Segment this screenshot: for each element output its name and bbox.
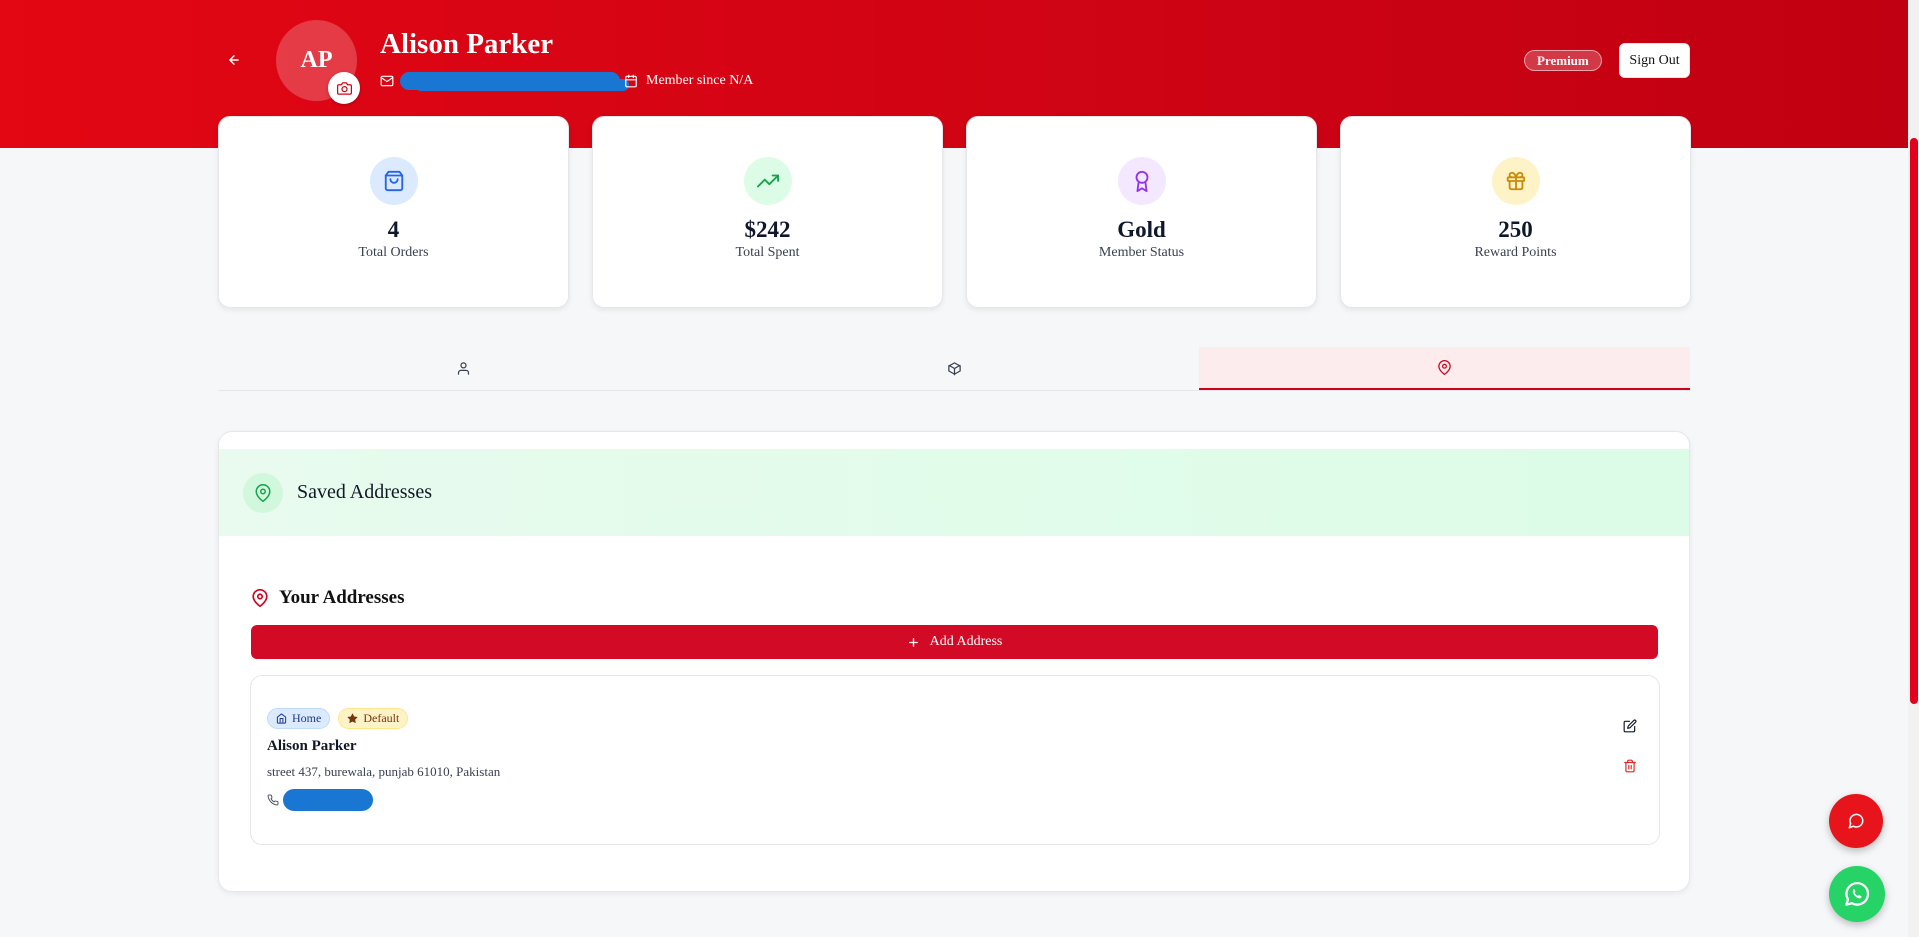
stat-label: Total Orders <box>358 245 429 260</box>
mail-icon <box>380 75 394 87</box>
address-card: Home Default Alison Parker street 437, b… <box>250 675 1660 845</box>
stat-icon-wrap <box>1491 157 1540 205</box>
stat-icon-wrap <box>743 157 792 205</box>
stat-label: Member Status <box>1098 245 1185 260</box>
shopping-bag-icon <box>384 170 403 192</box>
back-button[interactable] <box>222 48 246 72</box>
whatsapp-icon <box>1845 882 1870 906</box>
addresses-heading-text: Your Addresses <box>279 587 405 608</box>
edit-address-button[interactable] <box>1618 714 1642 738</box>
panel-header-icon-wrap <box>243 472 283 513</box>
edit-icon <box>1623 719 1637 733</box>
camera-icon <box>336 81 352 95</box>
stat-card-total-orders: 4 Total Orders <box>218 116 569 308</box>
profile-tabs <box>218 347 1691 391</box>
stat-card-member-status: Gold Member Status <box>966 116 1317 308</box>
stat-value: $242 <box>744 217 791 242</box>
stat-value: Gold <box>1117 217 1166 242</box>
calendar-icon <box>625 74 637 88</box>
trending-up-icon <box>756 174 779 188</box>
member-since: Member since N/A <box>646 73 754 88</box>
message-circle-icon <box>1848 813 1864 829</box>
saved-addresses-panel: Saved Addresses Your Addresses Add Addre… <box>218 431 1690 892</box>
delete-address-button[interactable] <box>1618 754 1642 778</box>
user-icon <box>457 362 469 375</box>
redacted-phone <box>283 789 373 811</box>
address-type-label: Home <box>292 711 322 725</box>
stat-value: 250 <box>1498 217 1533 242</box>
address-badges: Home Default <box>267 708 409 729</box>
premium-badge: Premium <box>1524 50 1602 71</box>
user-name: Alison Parker <box>380 28 554 60</box>
redacted-email <box>400 72 620 90</box>
default-label: Default <box>363 711 400 725</box>
avatar-initials: AP <box>300 47 333 73</box>
address-line: street 437, burewala, punjab 61010, Paki… <box>267 764 501 779</box>
home-icon <box>276 713 287 724</box>
phone-icon <box>267 794 279 806</box>
stat-card-total-spent: $242 Total Spent <box>592 116 943 308</box>
tab-orders[interactable] <box>709 347 1200 390</box>
gift-icon <box>1506 171 1525 191</box>
plus-icon <box>908 637 918 647</box>
stat-icon-wrap <box>1117 157 1166 205</box>
stat-value: 4 <box>387 217 400 242</box>
stat-icon-wrap <box>369 157 418 205</box>
addresses-heading: Your Addresses <box>251 587 404 609</box>
address-type-badge: Home <box>267 708 331 729</box>
chat-button[interactable] <box>1829 794 1883 848</box>
tab-profile[interactable] <box>218 347 709 390</box>
scrollbar-thumb[interactable] <box>1910 138 1918 704</box>
map-pin-icon <box>255 483 271 502</box>
whatsapp-button[interactable] <box>1829 866 1885 922</box>
address-phone-row <box>267 789 373 811</box>
map-pin-icon <box>252 589 268 607</box>
package-icon <box>947 362 961 376</box>
default-badge: Default <box>338 708 409 729</box>
stat-label: Total Spent <box>735 245 800 260</box>
arrow-left-icon <box>229 55 239 65</box>
stat-label: Reward Points <box>1474 245 1557 260</box>
change-photo-button[interactable] <box>328 72 360 104</box>
add-address-button[interactable]: Add Address <box>251 625 1658 659</box>
stat-card-reward-points: 250 Reward Points <box>1340 116 1691 308</box>
sign-out-button[interactable]: Sign Out <box>1619 43 1690 78</box>
add-address-label: Add Address <box>929 634 1003 649</box>
panel-title: Saved Addresses <box>297 481 432 503</box>
panel-header: Saved Addresses <box>219 449 1689 536</box>
trash-icon <box>1624 759 1636 773</box>
map-pin-icon <box>1438 360 1451 375</box>
profile-meta-row: Member since N/A <box>380 72 753 90</box>
star-icon <box>347 713 358 723</box>
address-recipient-name: Alison Parker <box>267 738 357 754</box>
tab-addresses[interactable] <box>1199 347 1691 390</box>
award-icon <box>1135 170 1148 192</box>
